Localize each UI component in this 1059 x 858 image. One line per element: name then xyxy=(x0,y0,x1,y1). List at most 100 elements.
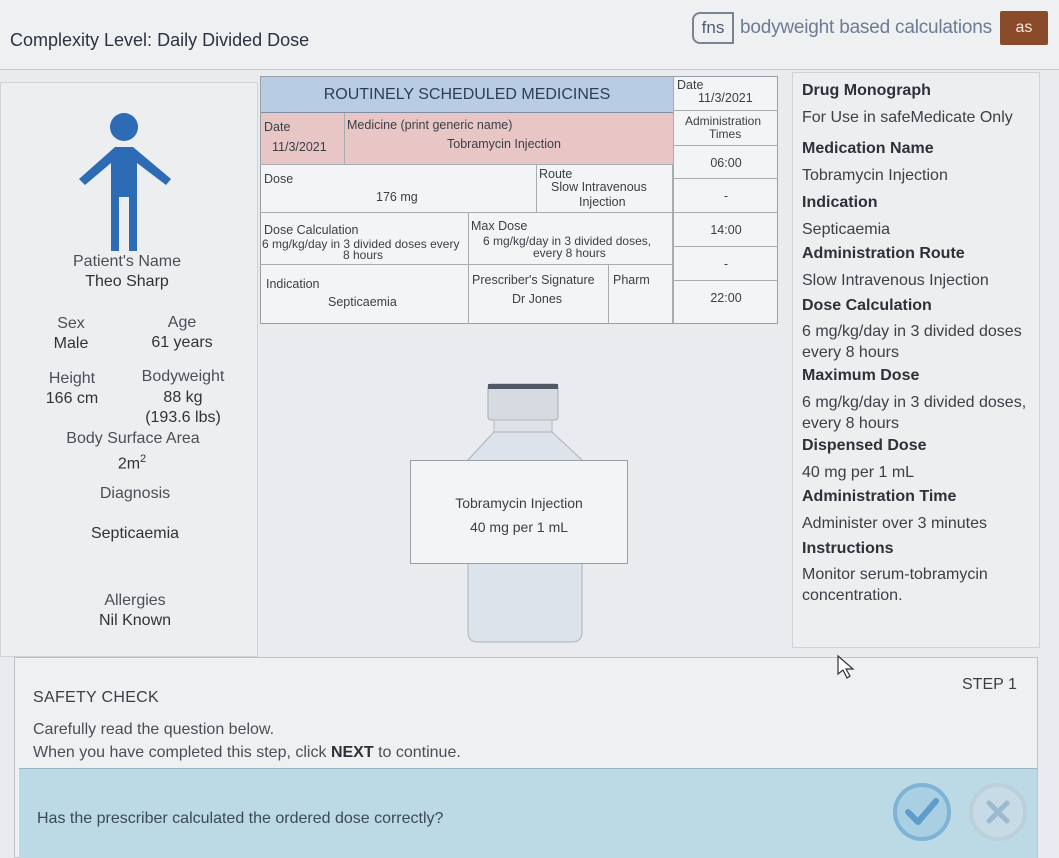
admin-times-label1: Administration xyxy=(685,114,762,128)
admin-times-header: Administration Times xyxy=(674,111,778,147)
bodyweight-label: Bodyweight xyxy=(141,368,225,385)
max-dose-line2: every 8 hours xyxy=(533,246,606,260)
time-slot[interactable]: - xyxy=(674,247,778,281)
time-slot[interactable]: - xyxy=(674,179,778,213)
check-icon xyxy=(905,798,939,825)
medication-chart: ROUTINELY SCHEDULED MEDICINES Date 11/3/… xyxy=(260,76,778,324)
instruction-line-1: Carefully read the question below. xyxy=(33,721,275,738)
max-dose-label: Max Dose xyxy=(471,219,528,233)
indication-value: Septicaemia xyxy=(802,221,891,238)
route-cell: Route Slow Intravenous Injection xyxy=(537,165,673,213)
medicine-bottle: Tobramycin Injection 40 mg per 1 mL xyxy=(408,380,630,646)
medicine-value: Tobramycin Injection xyxy=(447,137,561,151)
dose-calc-label: Dose Calculation xyxy=(264,223,359,237)
height-value: 166 cm xyxy=(45,390,99,407)
person-icon xyxy=(79,113,171,251)
admin-time-label: Administration Time xyxy=(802,488,957,505)
age-label: Age xyxy=(167,314,197,331)
prescriber-value: Dr Jones xyxy=(512,292,563,306)
date-value: 11/3/2021 xyxy=(272,140,327,154)
bodyweight-lbs: (193.6 lbs) xyxy=(145,409,221,426)
prescriber-cell: Prescriber's Signature Dr Jones xyxy=(469,265,609,323)
brand-badge: as xyxy=(999,11,1048,45)
patient-name-label: Patient's Name xyxy=(73,253,181,270)
date-label: Date xyxy=(264,120,291,134)
pharm-cell: Pharm xyxy=(609,265,673,323)
instructions-value: Monitor serum-tobramycin concentration. xyxy=(802,566,988,604)
allergies-label: Allergies xyxy=(104,592,166,609)
monograph-title: Drug Monograph xyxy=(802,82,931,99)
indication-cell: Indication Septicaemia xyxy=(261,265,469,323)
indication-label: Indication xyxy=(802,194,878,211)
dose-value: 176 mg xyxy=(376,190,418,204)
bodyweight-value: 88 kg xyxy=(163,389,203,406)
question-bar: Has the prescriber calculated the ordere… xyxy=(19,768,1037,858)
bottle-label: Tobramycin Injection 40 mg per 1 mL xyxy=(410,460,628,564)
instruction-line-2: When you have completed this step, click… xyxy=(33,744,461,761)
times-date-label: Date xyxy=(677,78,704,92)
diagnosis-label: Diagnosis xyxy=(99,485,171,502)
prescriber-label: Prescriber's Signature xyxy=(472,273,595,287)
bsa-value: 2m2 xyxy=(117,453,147,473)
age-value: 61 years xyxy=(151,334,213,351)
next-keyword: NEXT xyxy=(330,744,374,761)
time-slot[interactable]: 14:00 xyxy=(674,213,778,247)
safety-check-title: SAFETY CHECK xyxy=(33,689,159,706)
diagnosis-value: Septicaemia xyxy=(90,525,180,542)
dispensed-value: 40 mg per 1 mL xyxy=(802,464,915,481)
allergies-value: Nil Known xyxy=(98,612,172,629)
brand-logo: fns xyxy=(692,12,734,44)
complexity-level: Complexity Level: Daily Divided Dose xyxy=(10,30,309,51)
bsa-label: Body Surface Area xyxy=(66,430,200,447)
dose-calc-value: 6 mg/kg/day in 3 divided doses every 8 h… xyxy=(802,323,1022,361)
times-date-value: 11/3/2021 xyxy=(698,91,753,105)
dose-cell: Dose 176 mg xyxy=(261,165,537,213)
max-dose-label: Maximum Dose xyxy=(802,367,920,384)
dose-label: Dose xyxy=(264,172,294,186)
max-dose-value: 6 mg/kg/day in 3 divided doses, every 8 … xyxy=(802,394,1027,432)
yes-button[interactable] xyxy=(893,783,951,841)
header: Complexity Level: Daily Divided Dose fns… xyxy=(0,0,1059,70)
admin-times-label2: Times xyxy=(709,127,742,141)
complexity-value: Daily Divided Dose xyxy=(157,30,310,50)
cross-icon xyxy=(986,800,1010,824)
dose-calc-cell: Dose Calculation 6 mg/kg/day in 3 divide… xyxy=(261,213,469,265)
sex-label: Sex xyxy=(57,315,85,332)
brand-text: bodyweight based calculations xyxy=(740,17,992,38)
medicine-label: Medicine (print generic name) xyxy=(347,118,513,132)
cursor-icon xyxy=(837,654,855,679)
step-indicator: STEP 1 xyxy=(962,676,1017,693)
dose-calc-label: Dose Calculation xyxy=(802,297,932,314)
chart-title: ROUTINELY SCHEDULED MEDICINES xyxy=(261,77,673,113)
patient-name: Theo Sharp xyxy=(85,273,169,290)
med-name-label: Medication Name xyxy=(802,140,934,157)
date-cell: Date 11/3/2021 xyxy=(261,113,345,165)
time-slot[interactable]: 06:00 xyxy=(674,145,778,179)
complexity-label: Complexity Level: xyxy=(10,30,153,50)
sex-value: Male xyxy=(53,335,89,352)
dispensed-label: Dispensed Dose xyxy=(802,437,927,454)
bottle-strength: 40 mg per 1 mL xyxy=(469,519,569,535)
time-slot[interactable]: 22:00 xyxy=(674,281,778,315)
indication-label: Indication xyxy=(266,277,320,291)
pharm-label: Pharm xyxy=(613,273,650,287)
max-dose-cell: Max Dose 6 mg/kg/day in 3 divided doses,… xyxy=(469,213,673,265)
indication-value: Septicaemia xyxy=(328,295,397,309)
dose-calc-line2: 8 hours xyxy=(343,248,384,262)
route-label: Administration Route xyxy=(802,245,965,262)
times-date-cell: Date 11/3/2021 xyxy=(674,77,778,111)
route-line2: Injection xyxy=(579,195,626,209)
height-label: Height xyxy=(48,370,96,387)
safety-check-panel: SAFETY CHECK STEP 1 Carefully read the q… xyxy=(14,657,1038,858)
instructions-label: Instructions xyxy=(802,540,894,557)
med-name-value: Tobramycin Injection xyxy=(802,167,948,184)
route-label: Route xyxy=(539,167,573,181)
no-button[interactable] xyxy=(969,783,1027,841)
route-line1: Slow Intravenous xyxy=(551,180,647,194)
bottle-drug: Tobramycin Injection xyxy=(455,495,583,511)
drug-monograph: Drug Monograph For Use in safeMedicate O… xyxy=(792,72,1040,648)
patient-panel: Patient's Name Theo Sharp Sex Male Age 6… xyxy=(0,82,258,657)
question-text: Has the prescriber calculated the ordere… xyxy=(37,810,444,827)
medicine-row: Date 11/3/2021 Medicine (print generic n… xyxy=(261,113,673,165)
monograph-subtitle: For Use in safeMedicate Only xyxy=(802,109,1013,126)
